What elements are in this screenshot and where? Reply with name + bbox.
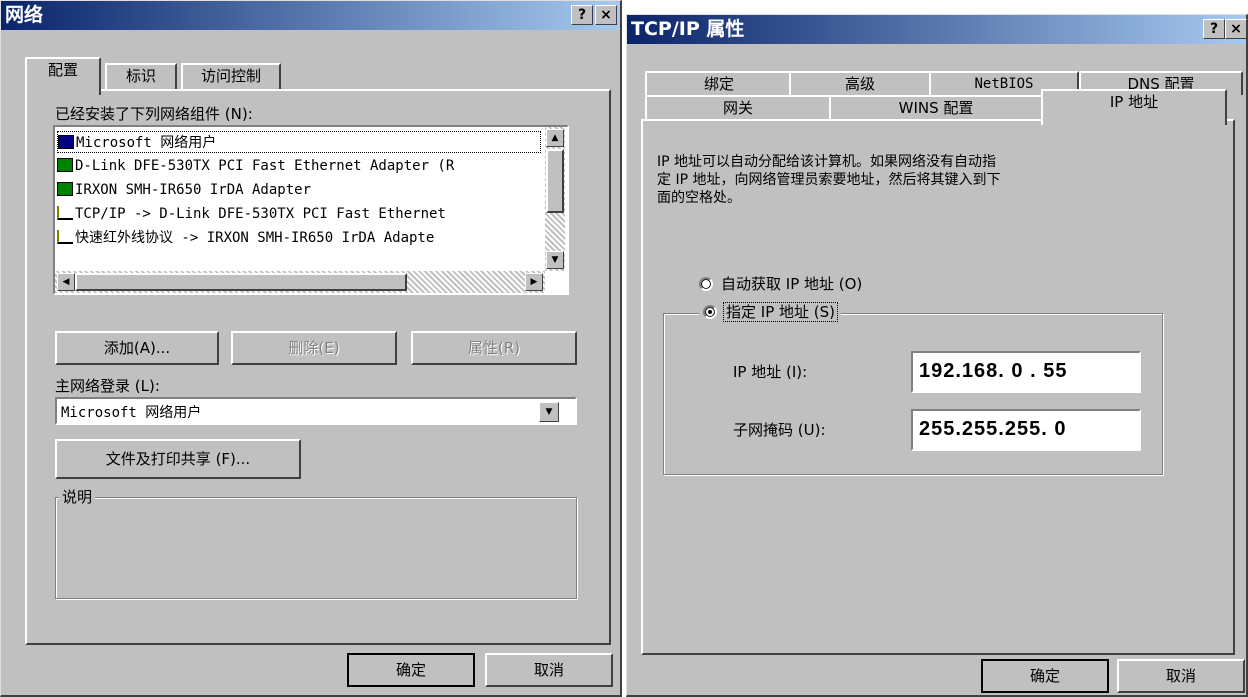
add-button[interactable]: 添加(A)...	[55, 331, 219, 365]
tab-advanced[interactable]: 高级	[789, 71, 931, 95]
tab-config[interactable]: 配置	[25, 57, 101, 95]
scroll-thumb[interactable]	[546, 149, 564, 213]
scroll-left-button[interactable]: ◀	[57, 273, 75, 291]
list-item-label: IRXON SMH-IR650 IrDA Adapter	[75, 182, 312, 198]
tab-wins-config[interactable]: WINS 配置	[829, 95, 1043, 119]
properties-button[interactable]: 属性(R)	[411, 331, 577, 365]
help-button[interactable]: ?	[571, 5, 593, 25]
network-title: 网络	[5, 4, 44, 26]
list-item-label: Microsoft 网络用户	[76, 135, 217, 151]
list-item[interactable]: D-Link DFE-530TX PCI Fast Ethernet Adapt…	[57, 155, 454, 177]
close-button[interactable]: ×	[1225, 19, 1247, 39]
list-item-label: D-Link DFE-530TX PCI Fast Ethernet Adapt…	[75, 158, 455, 174]
cancel-button[interactable]: 取消	[1117, 659, 1245, 693]
tab-bindings[interactable]: 绑定	[645, 71, 793, 95]
radio-specify-ip[interactable]	[703, 305, 717, 319]
tcpip-title-bar[interactable]: TCP/IP 属性	[627, 15, 1246, 44]
subnet-mask-label: 子网掩码 (U):	[733, 421, 826, 439]
file-print-sharing-button[interactable]: 文件及打印共享 (F)...	[55, 439, 301, 479]
close-button[interactable]: ×	[595, 5, 617, 25]
computer-icon	[58, 135, 74, 149]
tab-access-control[interactable]: 访问控制	[181, 63, 281, 89]
ip-description-line3: 面的空格处。	[657, 190, 741, 206]
scroll-down-button[interactable]: ▼	[546, 251, 564, 269]
primary-logon-label: 主网络登录 (L):	[55, 377, 160, 395]
radio-auto-ip[interactable]	[699, 277, 713, 291]
ip-description-line2: 定 IP 地址，向网络管理员索要地址，然后将其键入到下	[657, 172, 1001, 188]
radio-specify-ip-container[interactable]: 指定 IP 地址 (S)	[699, 301, 841, 322]
list-item-label: TCP/IP -> D-Link DFE-530TX PCI Fast Ethe…	[75, 206, 446, 222]
ip-address-field[interactable]: 192.168. 0 . 55	[911, 351, 1141, 393]
installed-components-label: 已经安装了下列网络组件 (N):	[55, 105, 253, 123]
ok-button[interactable]: 确定	[981, 659, 1109, 693]
remove-button[interactable]: 删除(E)	[231, 331, 397, 365]
list-item[interactable]: IRXON SMH-IR650 IrDA Adapter	[57, 179, 311, 201]
subnet-mask-field[interactable]: 255.255.255. 0	[911, 409, 1141, 451]
ip-description-line1: IP 地址可以自动分配给该计算机。如果网络没有自动指	[657, 154, 997, 170]
description-group	[55, 497, 577, 599]
components-list[interactable]: Microsoft 网络用户 D-Link DFE-530TX PCI Fast…	[53, 125, 569, 295]
description-label: 说明	[59, 486, 96, 507]
protocol-icon	[57, 230, 73, 244]
protocol-icon	[57, 206, 73, 220]
radio-auto-ip-label[interactable]: 自动获取 IP 地址 (O)	[721, 273, 862, 294]
list-item[interactable]: TCP/IP -> D-Link DFE-530TX PCI Fast Ethe…	[57, 203, 446, 225]
cancel-button[interactable]: 取消	[485, 653, 613, 687]
help-button[interactable]: ?	[1203, 19, 1225, 39]
ok-button[interactable]: 确定	[347, 653, 475, 687]
tcpip-title: TCP/IP 属性	[631, 18, 745, 40]
ip-address-label: IP 地址 (I):	[733, 363, 808, 381]
tab-ip-address[interactable]: IP 地址	[1041, 89, 1227, 125]
chevron-down-icon[interactable]: ▼	[539, 402, 559, 422]
scroll-right-button[interactable]: ▶	[525, 273, 543, 291]
network-adapter-icon	[57, 158, 73, 172]
tab-identification[interactable]: 标识	[105, 63, 177, 89]
horizontal-scroll-thumb[interactable]	[75, 273, 407, 291]
list-item-label: 快速红外线协议 -> IRXON SMH-IR650 IrDA Adapte	[75, 230, 435, 246]
radio-specify-ip-label: 指定 IP 地址 (S)	[723, 302, 838, 322]
network-adapter-icon	[57, 182, 73, 196]
network-title-bar[interactable]: 网络	[1, 1, 620, 30]
tcpip-properties-dialog: TCP/IP 属性 ? × 绑定 高级 NetBIOS DNS 配置 网关 WI…	[626, 14, 1248, 697]
tab-gateway[interactable]: 网关	[645, 95, 831, 119]
list-item[interactable]: 快速红外线协议 -> IRXON SMH-IR650 IrDA Adapte	[57, 227, 434, 249]
primary-logon-select[interactable]: Microsoft 网络用户 ▼	[55, 397, 577, 425]
network-dialog: 网络 ? × 配置 标识 访问控制 已经安装了下列网络组件 (N): Micro…	[0, 0, 622, 697]
list-item[interactable]: Microsoft 网络用户	[57, 131, 541, 153]
primary-logon-value: Microsoft 网络用户	[61, 405, 202, 421]
scroll-up-button[interactable]: ▲	[546, 129, 564, 147]
